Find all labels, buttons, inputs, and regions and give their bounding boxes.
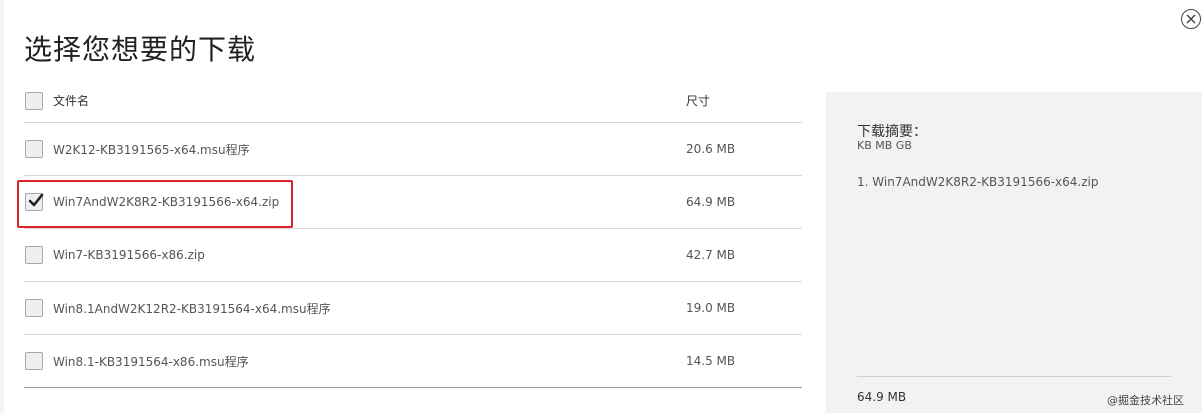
table-row[interactable]: Win7-KB3191566-x86.zip 42.7 MB bbox=[24, 229, 802, 282]
file-name: Win7AndW2K8R2-KB3191566-x64.zip bbox=[53, 195, 280, 209]
file-size: 14.5 MB bbox=[686, 354, 736, 368]
file-name: Win8.1-KB3191564-x86.msu程序 bbox=[53, 354, 249, 369]
row-checkbox[interactable] bbox=[25, 352, 43, 370]
column-header-name: 文件名 bbox=[53, 94, 90, 108]
close-icon bbox=[1186, 14, 1196, 24]
file-name: W2K12-KB3191565-x64.msu程序 bbox=[53, 142, 250, 157]
row-checkbox[interactable] bbox=[25, 299, 43, 317]
row-checkbox[interactable] bbox=[25, 193, 44, 211]
file-name: Win8.1AndW2K12R2-KB3191564-x64.msu程序 bbox=[53, 301, 331, 316]
summary-title: 下载摘要： bbox=[857, 124, 927, 140]
table-row[interactable]: W2K12-KB3191565-x64.msu程序 20.6 MB bbox=[24, 123, 802, 176]
row-checkbox[interactable] bbox=[25, 246, 43, 264]
column-header-size: 尺寸 bbox=[686, 94, 711, 108]
summary-total: 64.9 MB bbox=[857, 390, 907, 404]
file-table: 文件名 尺寸 W2K12-KB3191565-x64.msu程序 20.6 MB… bbox=[24, 79, 802, 388]
checkmark-icon bbox=[28, 193, 44, 207]
left-edge bbox=[0, 0, 4, 413]
file-size: 64.9 MB bbox=[686, 195, 736, 209]
watermark: @掘金技术社区 bbox=[1107, 394, 1184, 407]
file-name: Win7-KB3191566-x86.zip bbox=[53, 248, 205, 262]
table-row[interactable]: Win8.1-KB3191564-x86.msu程序 14.5 MB bbox=[24, 335, 802, 388]
row-checkbox[interactable] bbox=[25, 140, 43, 158]
summary-divider bbox=[857, 376, 1171, 377]
table-header: 文件名 尺寸 bbox=[24, 79, 802, 123]
file-size: 42.7 MB bbox=[686, 248, 736, 262]
download-summary-panel: 下载摘要： KB MB GB 1. Win7AndW2K8R2-KB319156… bbox=[826, 92, 1202, 413]
file-size: 20.6 MB bbox=[686, 142, 736, 156]
table-row[interactable]: Win7AndW2K8R2-KB3191566-x64.zip 64.9 MB bbox=[24, 176, 802, 229]
file-size: 19.0 MB bbox=[686, 301, 736, 315]
summary-item: 1. Win7AndW2K8R2-KB3191566-x64.zip bbox=[857, 175, 1099, 189]
select-all-checkbox[interactable] bbox=[25, 91, 43, 110]
summary-units: KB MB GB bbox=[857, 139, 912, 152]
close-button[interactable] bbox=[1181, 9, 1201, 29]
dialog-title: 选择您想要的下载 bbox=[24, 33, 257, 66]
table-row[interactable]: Win8.1AndW2K12R2-KB3191564-x64.msu程序 19.… bbox=[24, 282, 802, 335]
